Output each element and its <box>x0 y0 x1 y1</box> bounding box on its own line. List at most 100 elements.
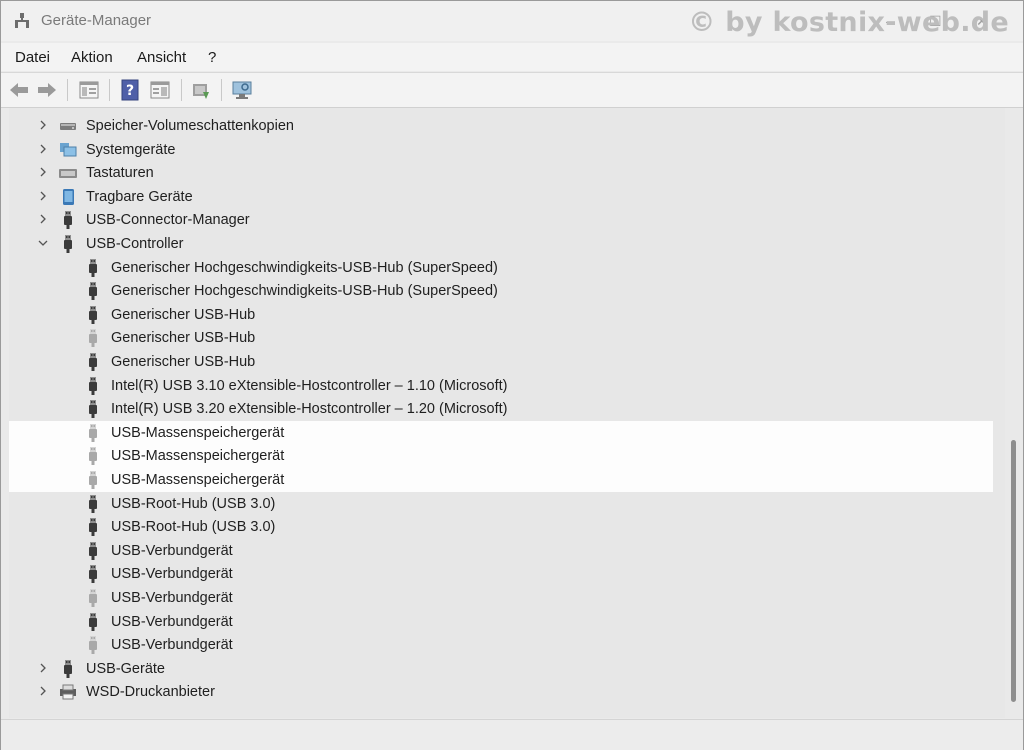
menu-bar: Datei Aktion Ansicht ? <box>1 43 1023 71</box>
tree-device-item[interactable]: Generischer USB-Hub <box>9 303 993 327</box>
chevron-right-icon[interactable] <box>36 661 50 675</box>
tree-device-item[interactable]: Generischer USB-Hub <box>9 350 993 374</box>
usb-icon <box>89 471 97 489</box>
menu-ansicht[interactable]: Ansicht <box>137 49 186 66</box>
tree-item-label: WSD-Druckanbieter <box>86 684 215 701</box>
tree-category[interactable]: Speicher-Volumeschattenkopien <box>9 114 993 138</box>
scan-hardware-icon[interactable] <box>230 78 254 102</box>
chevron-right-icon[interactable] <box>36 165 50 179</box>
scrollbar-thumb[interactable] <box>1011 440 1016 702</box>
usb-icon <box>89 282 97 301</box>
menu-aktion[interactable]: Aktion <box>71 49 113 66</box>
chevron-right-icon[interactable] <box>36 142 50 156</box>
status-bar <box>1 719 1023 750</box>
back-arrow-icon[interactable] <box>7 78 31 102</box>
toolbar-separator <box>221 79 222 101</box>
tree-device-item[interactable]: USB-Massenspeichergerät <box>9 468 993 492</box>
details-view-icon[interactable] <box>148 78 172 102</box>
menu-datei[interactable]: Datei <box>15 49 50 66</box>
usb-icon <box>89 258 97 277</box>
update-driver-icon[interactable] <box>189 78 213 102</box>
usb-icon <box>89 423 97 442</box>
tree-category[interactable]: USB-Connector-Manager <box>9 208 993 232</box>
tree-device-item[interactable]: Generischer USB-Hub <box>9 326 993 350</box>
tree-device-item[interactable]: USB-Verbundgerät <box>9 633 993 657</box>
usb-icon <box>89 305 97 324</box>
tree-device-item[interactable]: USB-Verbundgerät <box>9 586 993 610</box>
tree-item-label: Generischer USB-Hub <box>111 306 256 323</box>
tree-device-item[interactable]: USB-Root-Hub (USB 3.0) <box>9 492 993 516</box>
tree-item-label: USB-Root-Hub (USB 3.0) <box>111 495 276 512</box>
tree-category[interactable]: WSD-Druckanbieter <box>9 680 993 704</box>
menu-help[interactable]: ? <box>208 49 216 66</box>
tree-device-item[interactable]: Generischer Hochgeschwindigkeits-USB-Hub… <box>9 279 993 303</box>
tree-item-label: Generischer Hochgeschwindigkeits-USB-Hub… <box>111 259 498 276</box>
tree-item-label: USB-Root-Hub (USB 3.0) <box>111 519 276 536</box>
portable-device-icon <box>63 188 74 205</box>
usb-icon <box>89 589 97 607</box>
device-manager-window: Geräte-Manager – ☐ ✕ © by kostnix-web.de… <box>0 0 1024 750</box>
tree-item-label: Speicher-Volumeschattenkopien <box>86 118 294 134</box>
tree-device-item[interactable]: USB-Massenspeichergerät <box>9 420 993 445</box>
keyboard-icon <box>59 169 77 179</box>
tree-item-label: Generischer USB-Hub <box>111 330 256 347</box>
system-device-icon <box>60 142 77 157</box>
tree-category-expanded[interactable]: USB-Controller <box>9 232 993 256</box>
toolbar: ? <box>1 72 1023 108</box>
toolbar-separator <box>67 79 68 101</box>
usb-icon <box>89 400 97 419</box>
tree-category[interactable]: Tragbare Geräte <box>9 185 993 209</box>
tree-item-label: Systemgeräte <box>86 141 176 158</box>
printer-icon <box>60 684 76 700</box>
toolbar-separator <box>181 79 182 101</box>
chevron-right-icon[interactable] <box>36 212 50 226</box>
tree-item-label: USB-Verbundgerät <box>111 590 233 606</box>
tree-item-label: USB-Geräte <box>86 660 165 677</box>
usb-icon <box>89 329 97 348</box>
vertical-scrollbar[interactable] <box>1005 108 1023 718</box>
tree-item-label: USB-Verbundgerät <box>111 613 233 630</box>
usb-icon <box>89 494 97 513</box>
watermark: © by kostnix-web.de <box>688 7 1009 38</box>
tree-category[interactable]: Tastaturen <box>9 161 993 185</box>
tree-device-item[interactable]: USB-Verbundgerät <box>9 610 993 634</box>
toolbar-separator <box>109 79 110 101</box>
tree-device-item[interactable]: USB-Verbundgerät <box>9 539 993 563</box>
tree-device-item[interactable]: USB-Verbundgerät <box>9 562 993 586</box>
tree-device-item[interactable]: Generischer Hochgeschwindigkeits-USB-Hub… <box>9 256 993 280</box>
tree-category[interactable]: USB-Geräte <box>9 657 993 681</box>
forward-arrow-icon[interactable] <box>35 78 59 102</box>
chevron-right-icon[interactable] <box>36 684 50 698</box>
tree-item-label: USB-Massenspeichergerät <box>111 472 285 488</box>
window-title: Geräte-Manager <box>41 12 152 29</box>
chevron-right-icon[interactable] <box>36 118 50 132</box>
tree-item-label: Intel(R) USB 3.20 eXtensible-Hostcontrol… <box>111 401 508 418</box>
tree-item-label: Tastaturen <box>86 165 154 182</box>
tree-item-label: USB-Connector-Manager <box>86 212 250 229</box>
usb-icon <box>89 612 97 631</box>
help-icon[interactable]: ? <box>118 78 142 102</box>
tree-device-item[interactable]: Intel(R) USB 3.20 eXtensible-Hostcontrol… <box>9 397 993 421</box>
tree-device-item[interactable]: USB-Massenspeichergerät <box>9 444 993 469</box>
properties-view-icon[interactable] <box>77 78 101 102</box>
usb-icon <box>89 541 97 560</box>
chevron-down-icon[interactable] <box>36 236 50 250</box>
usb-icon <box>89 447 97 466</box>
tree-device-item[interactable]: USB-Root-Hub (USB 3.0) <box>9 515 993 539</box>
storage-icon <box>60 123 76 130</box>
chevron-right-icon[interactable] <box>36 189 50 203</box>
tree-device-item[interactable]: Intel(R) USB 3.10 eXtensible-Hostcontrol… <box>9 374 993 398</box>
tree-item-label: Tragbare Geräte <box>86 188 193 205</box>
title-bar: Geräte-Manager – ☐ ✕ © by kostnix-web.de <box>1 1 1023 41</box>
usb-icon <box>89 376 97 395</box>
tree-item-label: USB-Massenspeichergerät <box>111 448 285 465</box>
tree-category[interactable]: Systemgeräte <box>9 138 993 162</box>
tree-item-label: Generischer Hochgeschwindigkeits-USB-Hub… <box>111 283 498 300</box>
tree-item-label: USB-Controller <box>86 236 184 252</box>
usb-icon <box>89 353 97 371</box>
usb-icon <box>64 659 72 678</box>
usb-icon <box>89 565 97 584</box>
svg-text:?: ? <box>126 83 134 99</box>
tree-item-label: USB-Verbundgerät <box>111 637 233 654</box>
tree-item-label: Intel(R) USB 3.10 eXtensible-Hostcontrol… <box>111 377 508 394</box>
